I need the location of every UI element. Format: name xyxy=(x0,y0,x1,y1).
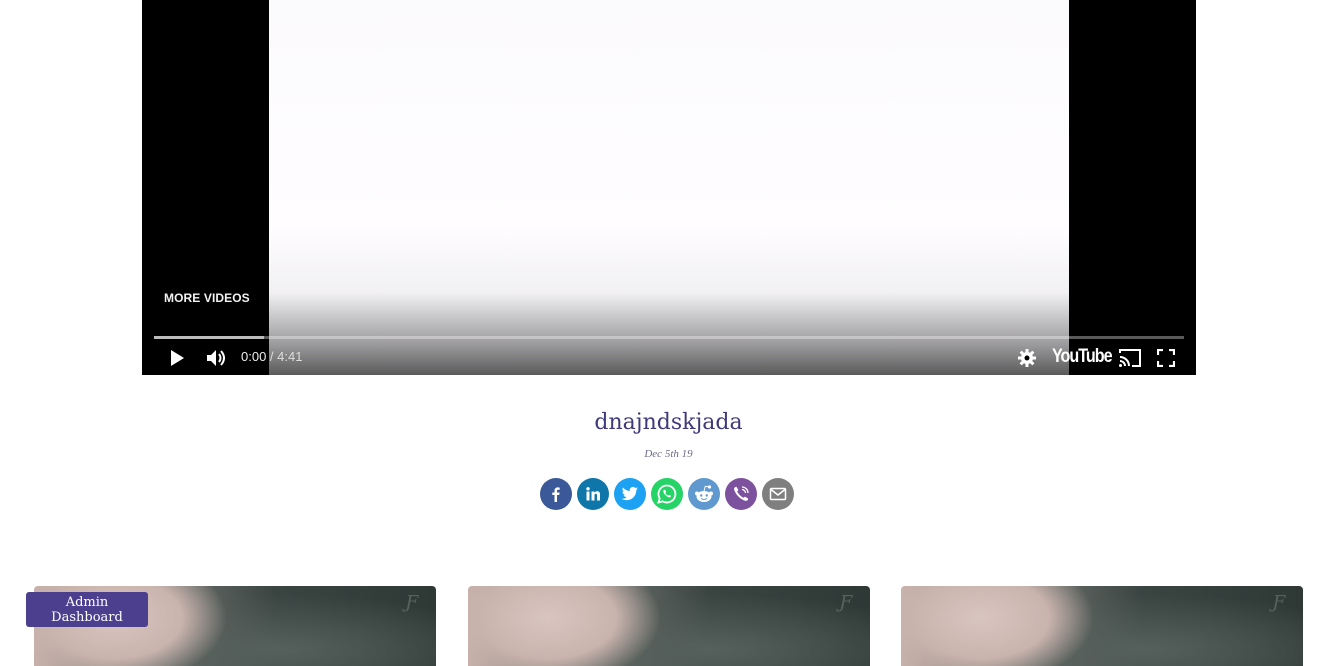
cast-icon xyxy=(1119,348,1141,367)
admin-dashboard-button[interactable]: Admin Dashboard xyxy=(26,592,148,627)
email-icon xyxy=(769,487,787,501)
share-linkedin-button[interactable] xyxy=(577,478,609,510)
related-video-card[interactable]: Ƒ xyxy=(901,586,1303,666)
time-duration: 4:41 xyxy=(277,349,303,364)
volume-icon xyxy=(207,349,225,366)
whatsapp-icon xyxy=(657,484,677,504)
post-date: Dec 5th 19 xyxy=(644,448,693,460)
twitter-icon xyxy=(621,486,638,501)
share-reddit-button[interactable] xyxy=(688,478,720,510)
time-display: 0:00 / 4:41 xyxy=(241,349,302,364)
thumbnail-watermark: Ƒ xyxy=(839,592,853,613)
reddit-icon xyxy=(695,485,713,502)
progress-bar[interactable] xyxy=(154,336,1184,339)
cast-button[interactable] xyxy=(1116,340,1144,375)
more-videos-label[interactable]: MORE VIDEOS xyxy=(164,291,250,305)
play-button[interactable] xyxy=(162,340,192,375)
share-viber-button[interactable] xyxy=(725,478,757,510)
volume-button[interactable] xyxy=(202,340,232,375)
share-twitter-button[interactable] xyxy=(614,478,646,510)
post-title: dnajndskjada xyxy=(594,410,743,435)
youtube-logo[interactable]: YouTube xyxy=(1052,346,1113,368)
player-controls: 0:00 / 4:41 YouTube xyxy=(142,340,1196,375)
time-separator: / xyxy=(266,349,278,364)
time-current: 0:00 xyxy=(241,349,267,364)
linkedin-icon xyxy=(586,487,600,501)
share-whatsapp-button[interactable] xyxy=(651,478,683,510)
fullscreen-icon xyxy=(1157,348,1175,367)
facebook-icon xyxy=(552,487,560,502)
video-frame[interactable] xyxy=(269,0,1069,375)
fullscreen-button[interactable] xyxy=(1152,340,1180,375)
thumbnail-watermark: Ƒ xyxy=(405,592,419,613)
share-bar xyxy=(540,478,794,510)
related-video-card[interactable]: Ƒ xyxy=(468,586,870,666)
progress-loaded xyxy=(154,336,264,339)
gear-icon xyxy=(1018,348,1036,367)
video-player[interactable]: MORE VIDEOS 0:00 / 4:41 YouTube xyxy=(142,0,1196,375)
play-icon xyxy=(171,349,184,366)
share-email-button[interactable] xyxy=(762,478,794,510)
thumbnail-watermark: Ƒ xyxy=(1272,592,1286,613)
settings-button[interactable] xyxy=(1014,340,1040,375)
share-facebook-button[interactable] xyxy=(540,478,572,510)
viber-icon xyxy=(734,486,749,501)
